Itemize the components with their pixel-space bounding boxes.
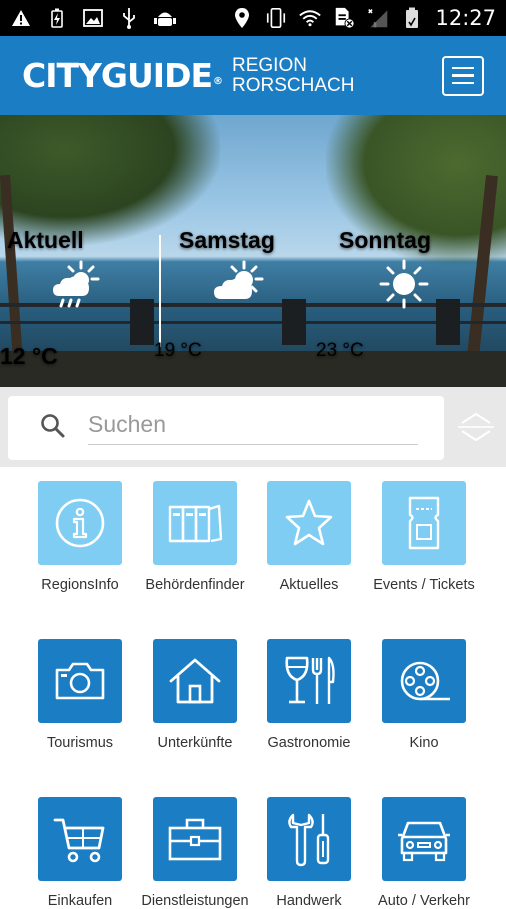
android-debug-icon bbox=[154, 7, 176, 29]
usb-icon bbox=[118, 7, 140, 29]
ticket-icon bbox=[408, 496, 440, 550]
tile-label: Einkaufen bbox=[47, 893, 113, 909]
search-icon bbox=[40, 413, 66, 444]
tile-icon-box bbox=[38, 481, 122, 565]
cloud-sun-rain-icon bbox=[7, 259, 147, 309]
wifi-icon bbox=[299, 7, 322, 29]
weather-day-title: Aktuell bbox=[7, 227, 84, 253]
tile-tourismus[interactable]: Tourismus bbox=[23, 639, 137, 751]
tile-kino[interactable]: Kino bbox=[367, 639, 481, 751]
tile-aktuelles[interactable]: Aktuelles bbox=[252, 481, 366, 593]
signal-icon bbox=[367, 7, 389, 29]
tile-label: Gastronomie bbox=[267, 735, 351, 751]
region-name: REGION RORSCHACH bbox=[232, 54, 355, 96]
tile-events-tickets[interactable]: Events / Tickets bbox=[367, 481, 481, 593]
location-icon bbox=[231, 7, 253, 29]
tile-icon-box bbox=[382, 481, 466, 565]
background-tree bbox=[0, 115, 220, 245]
tools-icon bbox=[288, 813, 330, 867]
menu-bar bbox=[452, 66, 474, 70]
tile-label: RegionsInfo bbox=[41, 577, 119, 593]
tile-label: Dienstleistungen bbox=[141, 893, 249, 909]
weather-temp: 23 °C bbox=[316, 340, 364, 361]
tile-behoerdenfinder[interactable]: Behördenfinder bbox=[138, 481, 252, 593]
tile-handwerk[interactable]: Handwerk bbox=[252, 797, 366, 909]
hamburger-menu-button[interactable] bbox=[442, 55, 484, 96]
cityguide-logo[interactable]: CITYGUIDE ® bbox=[22, 56, 223, 95]
logo-registered: ® bbox=[213, 76, 223, 87]
tile-label: Behördenfinder bbox=[145, 577, 245, 593]
tile-einkaufen[interactable]: Einkaufen bbox=[23, 797, 137, 909]
background-railing bbox=[0, 321, 506, 324]
weather-day-title: Samstag bbox=[179, 227, 275, 253]
weather-temp: 19 °C bbox=[154, 340, 202, 361]
tile-label: Aktuelles bbox=[279, 577, 339, 593]
tile-icon-box bbox=[153, 797, 237, 881]
camera-icon bbox=[55, 662, 105, 700]
tile-icon-box bbox=[267, 639, 351, 723]
sort-toggle-button[interactable] bbox=[456, 409, 496, 445]
tile-icon-box bbox=[38, 639, 122, 723]
search-input[interactable]: Suchen bbox=[8, 396, 444, 460]
status-bar: 12:27 bbox=[0, 0, 506, 36]
status-time: 12:27 bbox=[435, 6, 496, 30]
tile-icon-box bbox=[267, 797, 351, 881]
tile-label: Tourismus bbox=[46, 735, 114, 751]
cloud-sun-icon bbox=[170, 259, 310, 307]
tile-regionsinfo[interactable]: RegionsInfo bbox=[23, 481, 137, 593]
logo-text: CITYGUIDE bbox=[22, 56, 213, 95]
tile-label: Handwerk bbox=[276, 893, 342, 909]
region-line-1: REGION bbox=[232, 54, 307, 76]
tile-unterkuenfte[interactable]: Unterkünfte bbox=[138, 639, 252, 751]
car-icon bbox=[398, 821, 450, 862]
app-header: CITYGUIDE ® REGION RORSCHACH bbox=[0, 36, 506, 115]
tile-label: Kino bbox=[409, 735, 439, 751]
info-icon bbox=[55, 498, 105, 548]
phone-vibrate-icon bbox=[265, 7, 287, 29]
battery-icon bbox=[401, 7, 423, 29]
wine-cutlery-icon bbox=[285, 656, 335, 704]
star-icon bbox=[285, 499, 333, 546]
tile-label: Auto / Verkehr bbox=[378, 893, 470, 909]
shopping-cart-icon bbox=[53, 818, 105, 863]
weather-divider bbox=[159, 235, 161, 347]
tile-label: Unterkünfte bbox=[157, 735, 233, 751]
tile-label: Events / Tickets bbox=[373, 577, 475, 593]
tile-auto-verkehr[interactable]: Auto / Verkehr bbox=[367, 797, 481, 909]
weather-panel[interactable]: Aktuell 12 °C Samstag 19 °C Sonntag 23 °… bbox=[0, 115, 506, 387]
tile-icon-box bbox=[153, 481, 237, 565]
warning-icon bbox=[10, 7, 32, 29]
category-grid: RegionsInfo Behördenfinder Aktuelles Eve… bbox=[0, 467, 506, 909]
search-placeholder: Suchen bbox=[88, 411, 418, 445]
tile-icon-box bbox=[38, 797, 122, 881]
battery-charging-icon bbox=[46, 7, 68, 29]
menu-bar bbox=[452, 74, 474, 77]
region-line-2: RORSCHACH bbox=[232, 74, 355, 96]
sun-icon bbox=[334, 259, 474, 309]
tile-icon-box bbox=[153, 639, 237, 723]
tile-icon-box bbox=[267, 481, 351, 565]
sim-off-icon bbox=[333, 7, 356, 29]
film-reel-icon bbox=[400, 661, 450, 701]
tile-gastronomie[interactable]: Gastronomie bbox=[252, 639, 366, 751]
menu-bar bbox=[452, 81, 474, 85]
briefcase-icon bbox=[168, 818, 222, 861]
image-icon bbox=[82, 7, 104, 29]
search-area: Suchen bbox=[0, 387, 506, 467]
tile-dienstleistungen[interactable]: Dienstleistungen bbox=[138, 797, 252, 909]
tile-icon-box bbox=[382, 797, 466, 881]
tile-icon-box bbox=[382, 639, 466, 723]
chevron-up-down-icon bbox=[458, 412, 494, 442]
weather-day-title: Sonntag bbox=[339, 227, 431, 253]
folders-icon bbox=[168, 504, 223, 543]
house-icon bbox=[169, 658, 221, 704]
weather-temp: 12 °C bbox=[0, 343, 58, 369]
